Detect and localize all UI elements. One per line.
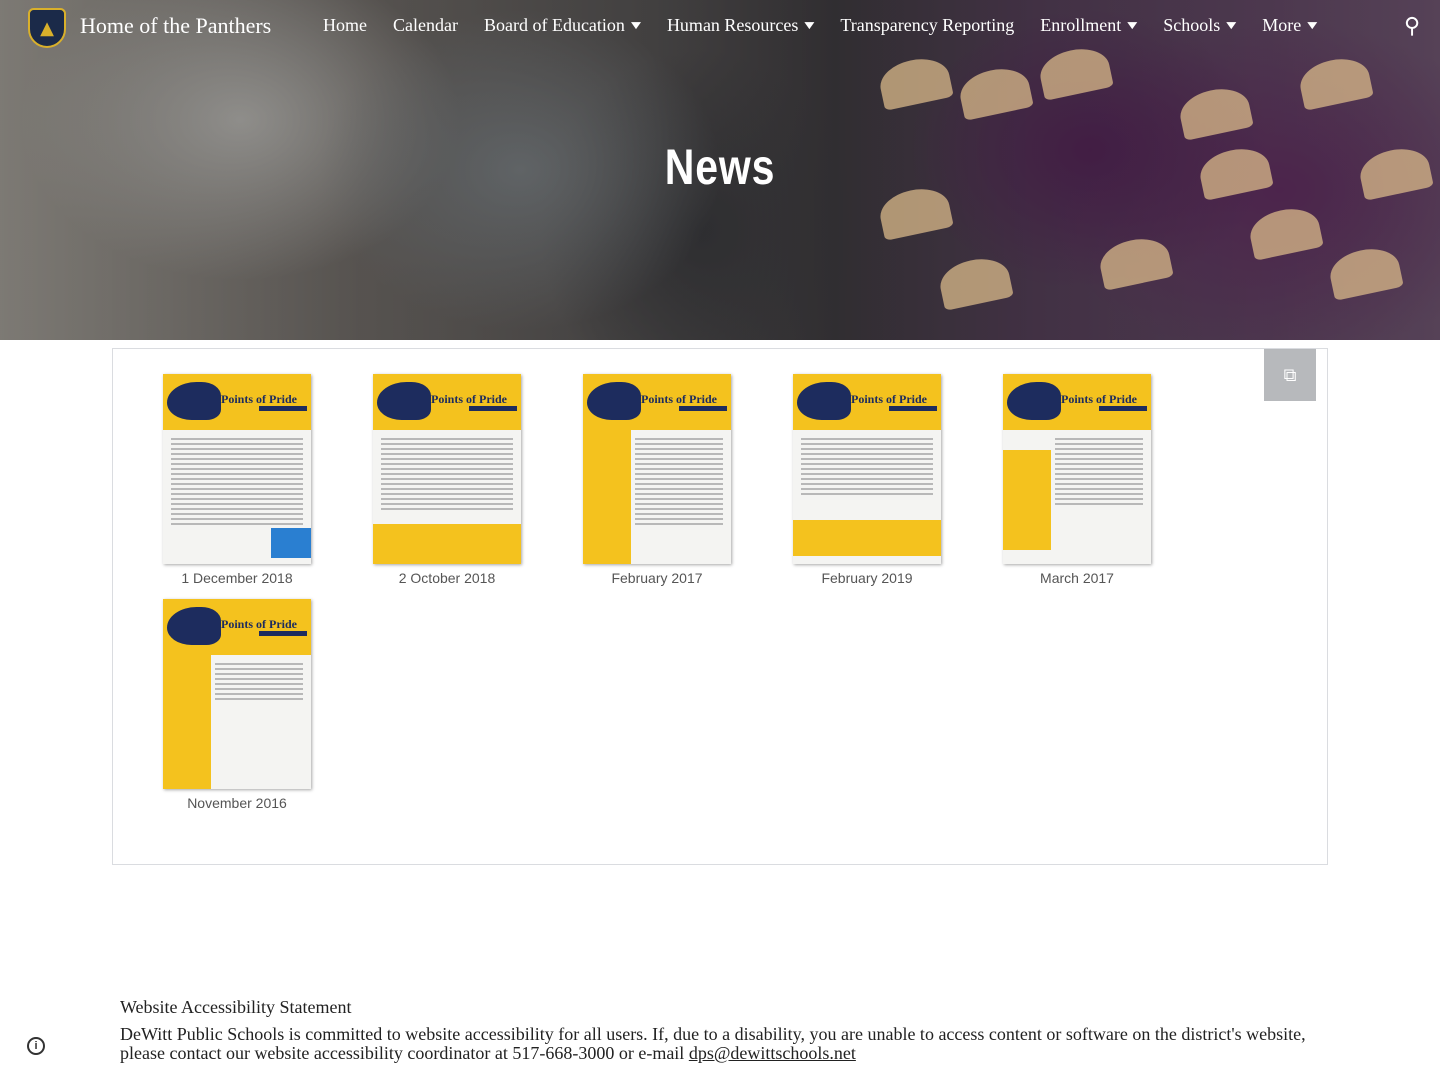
info-icon[interactable]: i xyxy=(27,1037,45,1055)
chevron-down-icon[interactable]: ▼ xyxy=(631,20,641,31)
accessibility-statement: DeWitt Public Schools is committed to we… xyxy=(120,1024,1306,1063)
newsletter-page-image[interactable]: Points of Pride xyxy=(1003,374,1151,564)
nav-item-enrollment[interactable]: Enrollment ▼ xyxy=(1040,15,1137,36)
chevron-down-icon[interactable]: ▼ xyxy=(1307,20,1317,31)
newsletter-gallery: ⧉ Points of Pride 1 December 2018 Points… xyxy=(112,348,1328,865)
shield-logo-icon[interactable]: ▲ xyxy=(28,8,66,48)
thumbnail-caption: February 2017 xyxy=(611,570,703,586)
thumbnail-caption: November 2016 xyxy=(187,795,287,811)
thumbnail-caption: February 2019 xyxy=(821,570,913,586)
search-icon[interactable]: ⚲ xyxy=(1404,14,1420,39)
top-navigation: ▲ Home of the Panthers Home Calendar Boa… xyxy=(0,0,1440,56)
panther-logo-icon xyxy=(377,382,431,420)
panther-logo-icon xyxy=(1007,382,1061,420)
nav-item-human-resources[interactable]: Human Resources ▼ xyxy=(667,15,814,36)
nav-item-board-of-education[interactable]: Board of Education ▼ xyxy=(484,15,641,36)
newsletter-page-image[interactable]: Points of Pride xyxy=(583,374,731,564)
email-link[interactable]: dps@dewittschools.net xyxy=(689,1043,856,1063)
panther-logo-icon xyxy=(167,607,221,645)
chevron-down-icon[interactable]: ▼ xyxy=(1226,20,1236,31)
site-title[interactable]: Home of the Panthers xyxy=(80,13,271,39)
nav-item-more[interactable]: More ▼ xyxy=(1262,15,1317,36)
page-title: News xyxy=(664,139,776,195)
chevron-down-icon[interactable]: ▼ xyxy=(1127,20,1137,31)
open-in-new-icon[interactable]: ⧉ xyxy=(1264,349,1316,401)
panther-logo-icon xyxy=(587,382,641,420)
chevron-down-icon[interactable]: ▼ xyxy=(804,20,814,31)
nav-item-schools[interactable]: Schools ▼ xyxy=(1163,15,1236,36)
accessibility-title: Website Accessibility Statement xyxy=(120,997,352,1017)
thumbnail-caption: 1 December 2018 xyxy=(181,570,293,586)
newsletter-thumbnail[interactable]: Points of Pride 2 October 2018 xyxy=(373,374,521,586)
panther-logo-icon xyxy=(797,382,851,420)
nav-item-calendar[interactable]: Calendar xyxy=(393,15,458,36)
newsletter-page-image[interactable]: Points of Pride xyxy=(373,374,521,564)
panther-logo-icon xyxy=(167,382,221,420)
nav-item-home[interactable]: Home xyxy=(323,15,367,36)
newsletter-thumbnail[interactable]: Points of Pride February 2019 xyxy=(793,374,941,586)
nav-menu: Home Calendar Board of Education ▼ Human … xyxy=(323,15,1343,36)
nav-item-transparency-reporting[interactable]: Transparency Reporting xyxy=(840,15,1014,36)
newsletter-page-image[interactable]: Points of Pride xyxy=(163,374,311,564)
newsletter-thumbnail[interactable]: Points of Pride November 2016 xyxy=(163,599,311,811)
newsletter-thumbnail[interactable]: Points of Pride 1 December 2018 xyxy=(163,374,311,586)
newsletter-thumbnail[interactable]: Points of Pride February 2017 xyxy=(583,374,731,586)
thumbnail-caption: 2 October 2018 xyxy=(398,570,496,586)
newsletter-thumbnail[interactable]: Points of Pride March 2017 xyxy=(1003,374,1151,586)
newsletter-page-image[interactable]: Points of Pride xyxy=(793,374,941,564)
newsletter-page-image[interactable]: Points of Pride xyxy=(163,599,311,789)
thumbnail-caption: March 2017 xyxy=(1040,570,1114,586)
